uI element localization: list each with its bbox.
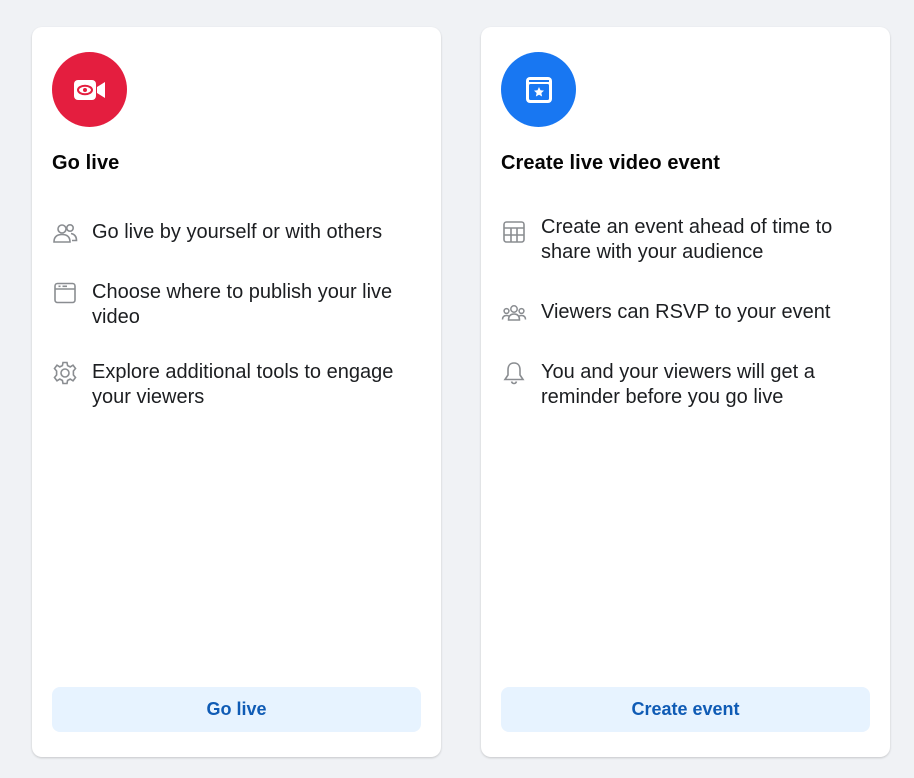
live-options-container: Go live Go live by yourself or with othe… xyxy=(0,0,914,778)
calendar-star-icon xyxy=(501,52,576,127)
gear-icon xyxy=(52,360,78,386)
create-event-card: Create live video event Create an event … xyxy=(481,27,890,757)
go-live-title: Go live xyxy=(52,152,120,174)
table-grid-icon xyxy=(501,219,527,245)
people-icon xyxy=(52,220,78,246)
go-live-button[interactable]: Go live xyxy=(52,687,421,732)
group-icon xyxy=(501,300,527,326)
feature-text: Explore additional tools to engage your … xyxy=(92,361,394,408)
browser-window-icon xyxy=(52,280,78,306)
go-live-card: Go live Go live by yourself or with othe… xyxy=(32,27,441,757)
feature-text: Create an event ahead of time to share w… xyxy=(541,216,833,263)
feature-item: Create an event ahead of time to share w… xyxy=(501,215,871,265)
feature-item: Viewers can RSVP to your event xyxy=(501,300,871,326)
create-event-button[interactable]: Create event xyxy=(501,687,870,732)
feature-text: You and your viewers will get a reminder… xyxy=(541,361,815,408)
feature-text: Viewers can RSVP to your event xyxy=(541,301,831,323)
feature-item: Go live by yourself or with others xyxy=(52,220,422,246)
feature-item: Choose where to publish your live video xyxy=(52,280,422,330)
feature-text: Choose where to publish your live video xyxy=(92,281,393,328)
bell-icon xyxy=(501,360,527,386)
create-event-title: Create live video event xyxy=(501,152,721,174)
feature-text: Go live by yourself or with others xyxy=(92,221,383,243)
feature-item: Explore additional tools to engage your … xyxy=(52,360,422,410)
feature-item: You and your viewers will get a reminder… xyxy=(501,360,871,410)
video-camera-icon xyxy=(52,52,127,127)
